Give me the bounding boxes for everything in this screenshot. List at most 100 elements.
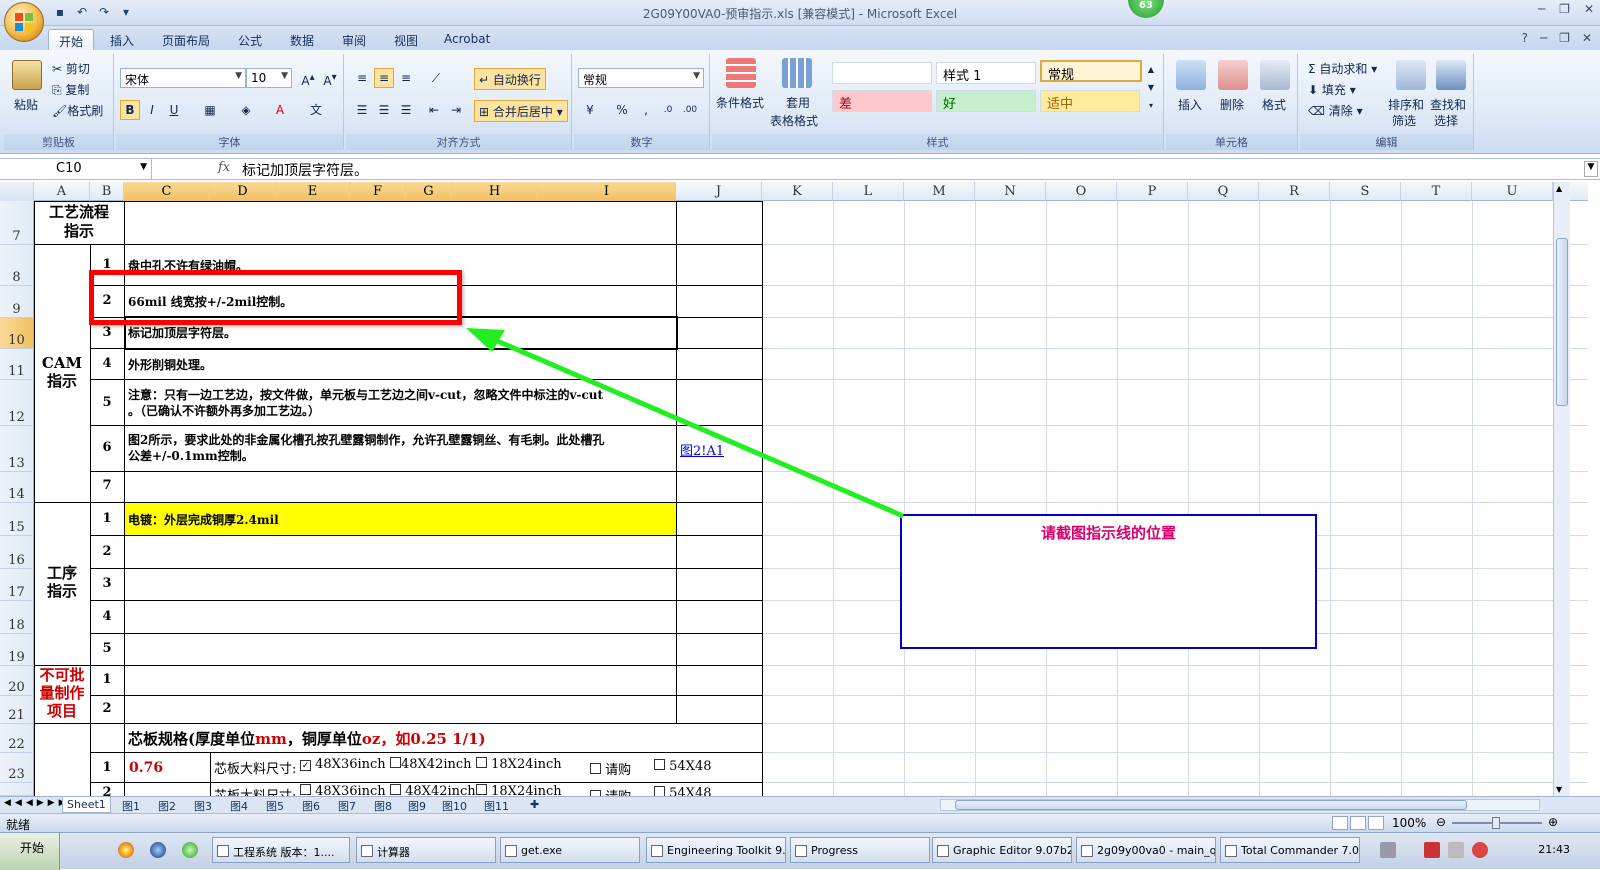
cam-item-text[interactable]: 标记加顶层字符层。 <box>128 324 236 341</box>
col-header-f[interactable]: F <box>350 182 406 201</box>
core-thickness-value[interactable]: 0.76 <box>129 760 163 776</box>
minimize-icon[interactable]: ─ <box>1538 2 1545 16</box>
tab-home[interactable]: 开始 <box>48 29 95 50</box>
col-header-n[interactable]: N <box>975 182 1046 201</box>
office-button[interactable] <box>4 2 44 42</box>
find-select-button-l2[interactable]: 选择 <box>1434 112 1458 129</box>
tray-volume-icon[interactable] <box>1448 842 1464 858</box>
checkbox-icon[interactable] <box>476 757 487 768</box>
sheet-tab-sheet1[interactable]: Sheet1 <box>62 797 111 813</box>
checkbox-checked-icon[interactable]: ✓ <box>300 760 311 771</box>
close-icon[interactable]: ✕ <box>1584 2 1594 16</box>
increase-indent-icon[interactable]: ⇥ <box>446 100 466 120</box>
col-header-s[interactable]: S <box>1330 182 1401 201</box>
quick-launch-icon[interactable] <box>182 842 198 858</box>
zoom-level[interactable]: 100% <box>1392 816 1426 830</box>
tab-insert[interactable]: 插入 <box>100 29 144 50</box>
font-name-combo[interactable]: 宋体 ▼ <box>120 68 246 88</box>
fill-button[interactable]: ⬇ 填充 ▾ <box>1308 81 1356 98</box>
delete-cells-icon[interactable] <box>1218 60 1248 90</box>
tab-acrobat[interactable]: Acrobat <box>434 29 500 50</box>
taskbar-clock[interactable]: 21:43 <box>1538 843 1570 856</box>
row-header-10[interactable]: 10 <box>0 318 34 349</box>
merge-center-button[interactable]: ⊞ 合并后居中 ▾ <box>474 100 568 122</box>
insert-cells-icon[interactable] <box>1176 60 1206 90</box>
increase-decimal-icon[interactable]: .0 <box>658 100 678 120</box>
checkbox-icon[interactable] <box>654 759 665 770</box>
number-format-combo[interactable]: 常规 ▼ <box>578 68 704 88</box>
scroll-down-icon[interactable]: ▼ <box>1556 785 1562 794</box>
col-header-g[interactable]: G <box>406 182 452 201</box>
horizontal-scrollbar[interactable] <box>940 799 1540 811</box>
grow-font-icon[interactable]: A▴ <box>298 68 318 88</box>
decrease-indent-icon[interactable]: ⇤ <box>424 100 444 120</box>
core-option-3-row2[interactable]: 18X24inch <box>476 784 562 796</box>
col-header-e[interactable]: E <box>276 182 350 201</box>
paste-button[interactable]: 粘贴 <box>14 96 38 113</box>
paste-icon[interactable] <box>12 60 42 90</box>
checkbox-icon[interactable] <box>654 786 665 796</box>
core-option-5[interactable]: 54X48 <box>654 759 711 774</box>
row-header-13[interactable]: 13 <box>0 426 34 472</box>
conditional-format-icon[interactable] <box>726 58 756 88</box>
col-header-c[interactable]: C <box>124 182 210 201</box>
align-top-icon[interactable]: ≡ <box>352 68 372 88</box>
start-button[interactable]: 开始 <box>0 833 60 870</box>
col-header-l[interactable]: L <box>833 182 904 201</box>
col-header-h[interactable]: H <box>452 182 538 201</box>
taskbar-item-engineering-system[interactable]: 工程系统 版本：1.... <box>212 837 350 863</box>
tab-view[interactable]: 视图 <box>384 29 428 50</box>
sheet-nav-icons[interactable]: ◀◀◀▶▶▶ <box>4 798 70 808</box>
col-header-a[interactable]: A <box>34 182 90 201</box>
tab-formulas[interactable]: 公式 <box>228 29 272 50</box>
checkbox-icon[interactable] <box>300 784 311 795</box>
align-left-icon[interactable]: ☰ <box>352 100 372 120</box>
row-header-18[interactable]: 18 <box>0 601 34 634</box>
comma-icon[interactable]: , <box>636 100 656 120</box>
insert-function-icon[interactable]: fx <box>218 160 230 175</box>
tab-review[interactable]: 审阅 <box>332 29 376 50</box>
zoom-out-icon[interactable]: ⊖ <box>1436 815 1446 829</box>
find-select-icon[interactable] <box>1436 60 1466 90</box>
sort-filter-button-l1[interactable]: 排序和 <box>1388 96 1424 113</box>
percent-icon[interactable]: % <box>612 100 632 120</box>
col-header-d[interactable]: D <box>210 182 276 201</box>
align-bottom-icon[interactable]: ≡ <box>396 68 416 88</box>
col-header-p[interactable]: P <box>1117 182 1188 201</box>
sheet-tab-fig11[interactable]: 图11 <box>480 797 513 813</box>
core-option-3[interactable]: 18X24inch <box>476 757 562 772</box>
row-header-16[interactable]: 16 <box>0 536 34 569</box>
sheet-tab-fig8[interactable]: 图8 <box>370 797 396 813</box>
row-header-7[interactable]: 7 <box>0 201 34 245</box>
sheet-tab-fig2[interactable]: 图2 <box>154 797 180 813</box>
col-header-o[interactable]: O <box>1046 182 1117 201</box>
cut-button[interactable]: ✂ 剪切 <box>52 60 90 77</box>
style-normal[interactable]: 常规 <box>1040 60 1142 83</box>
row-header-23[interactable]: 23 <box>0 753 34 783</box>
cam-item-text-line2[interactable]: 公差+/-0.1mm控制。 <box>128 447 674 464</box>
col-header-k[interactable]: K <box>762 182 833 201</box>
currency-icon[interactable]: ¥ <box>580 100 600 120</box>
doc-close-icon[interactable]: ✕ <box>1582 31 1592 45</box>
italic-button[interactable]: I <box>142 100 162 120</box>
row-header-19[interactable]: 19 <box>0 634 34 666</box>
cam-item-text[interactable]: 外形削铜处理。 <box>128 356 212 373</box>
name-box[interactable]: C10 ▼ <box>0 159 152 179</box>
col-header-u[interactable]: U <box>1472 182 1553 201</box>
table-format-icon[interactable] <box>782 58 812 88</box>
decrease-decimal-icon[interactable]: .00 <box>680 100 700 120</box>
delete-cells-button[interactable]: 删除 <box>1220 96 1244 113</box>
tab-page-layout[interactable]: 页面布局 <box>152 29 220 50</box>
col-header-i[interactable]: I <box>538 182 676 201</box>
callout-textbox[interactable]: 请截图指示线的位置 <box>900 514 1317 649</box>
wrap-text-button[interactable]: ↵ 自动换行 <box>474 68 546 90</box>
orientation-icon[interactable]: ⟋ <box>426 68 446 88</box>
format-painter-button[interactable]: 🖌格式刷 <box>52 102 103 119</box>
tray-security-icon[interactable] <box>1472 842 1488 858</box>
borders-icon[interactable]: ▦ <box>200 100 220 120</box>
find-select-button-l1[interactable]: 查找和 <box>1430 96 1466 113</box>
taskbar-item-total-commander[interactable]: Total Commander 7.0... <box>1220 837 1360 863</box>
col-header-j[interactable]: J <box>676 182 762 201</box>
ie-icon[interactable] <box>150 842 166 858</box>
select-all-corner[interactable] <box>0 182 34 201</box>
